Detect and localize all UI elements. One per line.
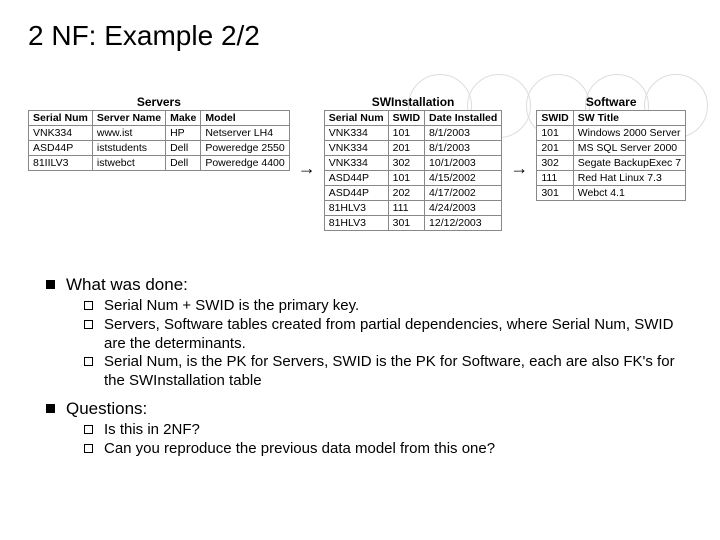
cell: VNK334 [324, 141, 388, 156]
swinstallation-table: Serial Num SWID Date Installed VNK334101… [324, 110, 503, 231]
cell: 4/24/2003 [425, 201, 502, 216]
cell: 302 [537, 156, 573, 171]
cell: HP [166, 126, 201, 141]
section-heading: What was done: [66, 275, 188, 294]
cell: 81HLV3 [324, 201, 388, 216]
cell: 101 [537, 126, 573, 141]
tables-area: Servers Serial Num Server Name Make Mode… [28, 95, 700, 231]
col-header: Date Installed [425, 111, 502, 126]
col-header: SWID [537, 111, 573, 126]
cell: 301 [537, 186, 573, 201]
cell: 302 [388, 156, 424, 171]
cell: www.ist [92, 126, 165, 141]
cell: 201 [537, 141, 573, 156]
cell: 111 [537, 171, 573, 186]
cell: Windows 2000 Server [573, 126, 685, 141]
section-heading: Questions: [66, 399, 147, 418]
cell: 4/17/2002 [425, 186, 502, 201]
cell: VNK334 [324, 156, 388, 171]
cell: 201 [388, 141, 424, 156]
arrow-icon: → [508, 158, 530, 179]
swinstallation-table-block: SWInstallation Serial Num SWID Date Inst… [324, 95, 503, 231]
cell: 81IILV3 [29, 156, 93, 171]
software-table: SWID SW Title 101Windows 2000 Server 201… [536, 110, 686, 201]
sub-bullet: Serial Num + SWID is the primary key. [84, 297, 692, 316]
software-title: Software [536, 95, 686, 109]
sub-bullet: Serial Num, is the PK for Servers, SWID … [84, 353, 692, 391]
col-header: Model [201, 111, 289, 126]
cell: 10/1/2003 [425, 156, 502, 171]
col-header: Serial Num [324, 111, 388, 126]
cell: Red Hat Linux 7.3 [573, 171, 685, 186]
sub-bullet: Servers, Software tables created from pa… [84, 316, 692, 354]
cell: ASD44P [324, 171, 388, 186]
col-header: SW Title [573, 111, 685, 126]
body-text: What was done: Serial Num + SWID is the … [46, 275, 692, 466]
cell: ASD44P [29, 141, 93, 156]
cell: 4/15/2002 [425, 171, 502, 186]
swinstallation-title: SWInstallation [324, 95, 503, 109]
cell: 202 [388, 186, 424, 201]
cell: 111 [388, 201, 424, 216]
cell: 8/1/2003 [425, 126, 502, 141]
cell: MS SQL Server 2000 [573, 141, 685, 156]
bullet-what-was-done: What was done: Serial Num + SWID is the … [46, 275, 692, 391]
col-header: Server Name [92, 111, 165, 126]
cell: Netserver LH4 [201, 126, 289, 141]
cell: ASD44P [324, 186, 388, 201]
servers-table: Serial Num Server Name Make Model VNK334… [28, 110, 290, 171]
bullet-questions: Questions: Is this in 2NF? Can you repro… [46, 399, 692, 459]
cell: 101 [388, 171, 424, 186]
cell: Segate BackupExec 7 [573, 156, 685, 171]
cell: iststudents [92, 141, 165, 156]
cell: 301 [388, 216, 424, 231]
cell: 12/12/2003 [425, 216, 502, 231]
col-header: Make [166, 111, 201, 126]
cell: 101 [388, 126, 424, 141]
sub-bullet: Can you reproduce the previous data mode… [84, 440, 692, 459]
cell: 81HLV3 [324, 216, 388, 231]
cell: Poweredge 2550 [201, 141, 289, 156]
sub-bullet: Is this in 2NF? [84, 421, 692, 440]
cell: VNK334 [324, 126, 388, 141]
servers-table-block: Servers Serial Num Server Name Make Mode… [28, 95, 290, 171]
cell: Dell [166, 141, 201, 156]
cell: Dell [166, 156, 201, 171]
cell: 8/1/2003 [425, 141, 502, 156]
servers-title: Servers [28, 95, 290, 109]
cell: Webct 4.1 [573, 186, 685, 201]
slide-title: 2 NF: Example 2/2 [28, 20, 260, 52]
arrow-icon: → [296, 158, 318, 179]
software-table-block: Software SWID SW Title 101Windows 2000 S… [536, 95, 686, 201]
col-header: SWID [388, 111, 424, 126]
col-header: Serial Num [29, 111, 93, 126]
cell: istwebct [92, 156, 165, 171]
cell: VNK334 [29, 126, 93, 141]
cell: Poweredge 4400 [201, 156, 289, 171]
